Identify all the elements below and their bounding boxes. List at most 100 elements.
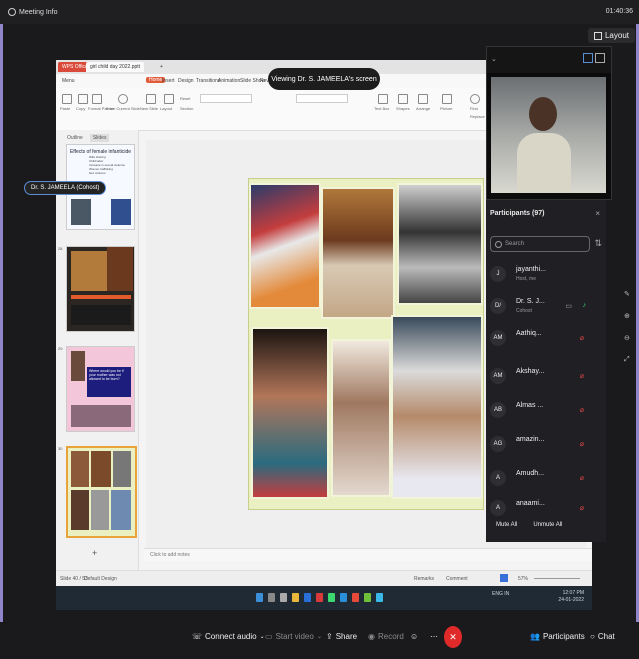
- mic-muted-icon: ⌀: [579, 475, 584, 482]
- chevron-down-icon: ⌄: [316, 634, 322, 640]
- close-icon[interactable]: ×: [595, 209, 600, 218]
- gallery-view-icon[interactable]: [595, 53, 605, 63]
- participant-row[interactable]: J jayanthi... Host, me: [490, 262, 602, 286]
- reset-label[interactable]: Reset: [180, 96, 190, 101]
- avatar: J: [490, 266, 506, 282]
- app-icon[interactable]: [340, 593, 347, 602]
- participants-button[interactable]: 👥 Participants: [530, 632, 585, 641]
- add-slide-icon[interactable]: +: [92, 548, 97, 558]
- paragraph-tools[interactable]: [296, 94, 348, 103]
- avatar: A: [490, 500, 506, 516]
- tab-slides[interactable]: Slides: [89, 134, 110, 142]
- participant-name: Dr. S. J...: [516, 298, 545, 305]
- new-tab-icon[interactable]: +: [156, 62, 167, 72]
- shapes-label: Shapes: [396, 106, 410, 111]
- app-icon[interactable]: [316, 593, 323, 602]
- replace-label[interactable]: Replace: [470, 114, 485, 119]
- chat-button[interactable]: ○ Chat: [590, 632, 615, 641]
- find-icon[interactable]: [470, 94, 480, 104]
- layout-button[interactable]: Layout: [587, 28, 635, 43]
- notes-pane[interactable]: Click to add notes: [144, 548, 592, 561]
- participant-name: Aathiq...: [516, 330, 542, 337]
- menu-item-design[interactable]: Design: [178, 78, 194, 84]
- video-tile-header: ⌄: [487, 47, 611, 73]
- menu-item-transitions[interactable]: Transitions: [196, 78, 220, 84]
- tab-outline[interactable]: Outline: [64, 134, 86, 142]
- search-icon[interactable]: [268, 593, 275, 602]
- participant-search-input[interactable]: Search: [490, 236, 590, 252]
- font-name-select[interactable]: [200, 94, 252, 103]
- section-label[interactable]: Section: [180, 106, 193, 111]
- app-icon[interactable]: [376, 593, 383, 602]
- app-icon[interactable]: [328, 593, 335, 602]
- format-painter-icon[interactable]: [92, 94, 102, 104]
- slide-thumbnail-selected[interactable]: [66, 446, 137, 538]
- thumb-bar: [71, 295, 131, 299]
- app-icon[interactable]: [304, 593, 311, 602]
- play-icon[interactable]: [500, 574, 508, 582]
- unmute-all-button[interactable]: Unmute All: [533, 522, 562, 528]
- sort-icon[interactable]: ⇅: [594, 238, 602, 249]
- reactions-icon[interactable]: ☺: [410, 632, 418, 641]
- tab-presentation[interactable]: girl child day 2022.pptt: [86, 62, 145, 72]
- menu-item-animation[interactable]: Animation: [218, 78, 240, 84]
- participant-row[interactable]: AG amazin... ⌀: [490, 432, 602, 456]
- layout-icon[interactable]: [164, 94, 174, 104]
- participant-row[interactable]: A anaami... ⌀: [490, 496, 602, 520]
- photo-activist: [331, 339, 391, 497]
- current-slide[interactable]: [248, 178, 484, 510]
- zoom-out-icon[interactable]: ⊖: [624, 334, 636, 342]
- app-icon[interactable]: [364, 593, 371, 602]
- remarks-button[interactable]: Remarks: [414, 576, 434, 582]
- participant-row[interactable]: AB Almas ... ⌀: [490, 398, 602, 422]
- mute-all-button[interactable]: Mute All: [496, 522, 517, 528]
- font-format-tools[interactable]: [200, 106, 290, 113]
- windows-icon[interactable]: [256, 593, 263, 602]
- slide-thumbnail[interactable]: Where would you be if your mother was no…: [66, 346, 135, 432]
- fit-icon[interactable]: ⤢: [624, 356, 636, 364]
- chat-label: Chat: [597, 632, 615, 641]
- participant-row[interactable]: AM Aathiq... ⌀: [490, 326, 602, 350]
- participant-name: jayanthi...: [516, 266, 546, 273]
- slide-thumbnail[interactable]: [66, 246, 135, 332]
- picture-icon[interactable]: [442, 94, 452, 104]
- participant-row[interactable]: D/ Dr. S. J... Cohost ▭ ♪: [490, 294, 602, 318]
- taskview-icon[interactable]: [280, 593, 287, 602]
- play-current-icon[interactable]: [118, 94, 128, 104]
- zoom-in-icon[interactable]: ⊕: [624, 312, 636, 320]
- video-tile[interactable]: ⌄: [486, 46, 612, 200]
- leave-meeting-button[interactable]: ✕: [444, 626, 462, 648]
- meeting-info[interactable]: Meeting Info: [8, 8, 58, 16]
- copy-label: Copy: [76, 106, 86, 111]
- share-button[interactable]: ⇪ Share: [326, 632, 357, 641]
- participant-name: Akshay...: [516, 368, 545, 375]
- annotate-icon[interactable]: ✎: [624, 290, 636, 298]
- person-head: [529, 97, 557, 131]
- avatar: AB: [490, 402, 506, 418]
- shapes-icon[interactable]: [398, 94, 408, 104]
- start-video-button[interactable]: ▭ Start video ⌄: [265, 632, 322, 641]
- record-button[interactable]: ◉ Record: [368, 632, 404, 641]
- thumb-image: [107, 247, 133, 291]
- connect-audio-button[interactable]: ☏ Connect audio ⌄: [192, 632, 265, 641]
- language-indicator[interactable]: ENG IN: [492, 592, 509, 597]
- explorer-icon[interactable]: [292, 593, 299, 602]
- menu-item-insert[interactable]: Insert: [162, 78, 175, 84]
- new-slide-icon[interactable]: [146, 94, 156, 104]
- comment-button[interactable]: Comment: [446, 576, 468, 582]
- more-icon[interactable]: ⋯: [430, 632, 438, 641]
- zoom-slider[interactable]: [534, 578, 580, 579]
- clock-time: 12:07 PM: [562, 590, 584, 596]
- participant-row[interactable]: AM Akshay... ⌀: [490, 364, 602, 388]
- arrange-icon[interactable]: [418, 94, 428, 104]
- menu-item-menu[interactable]: Menu: [62, 78, 75, 84]
- participant-row[interactable]: A Amudh... ⌀: [490, 466, 602, 490]
- thumb-image: [71, 405, 131, 427]
- copy-icon[interactable]: [78, 94, 88, 104]
- text-box-icon[interactable]: [378, 94, 388, 104]
- chevron-down-icon[interactable]: ⌄: [491, 55, 497, 63]
- paste-icon[interactable]: [62, 94, 72, 104]
- connect-audio-label: Connect audio: [205, 632, 257, 641]
- speaker-view-icon[interactable]: [583, 53, 593, 63]
- wps-icon[interactable]: [352, 593, 359, 602]
